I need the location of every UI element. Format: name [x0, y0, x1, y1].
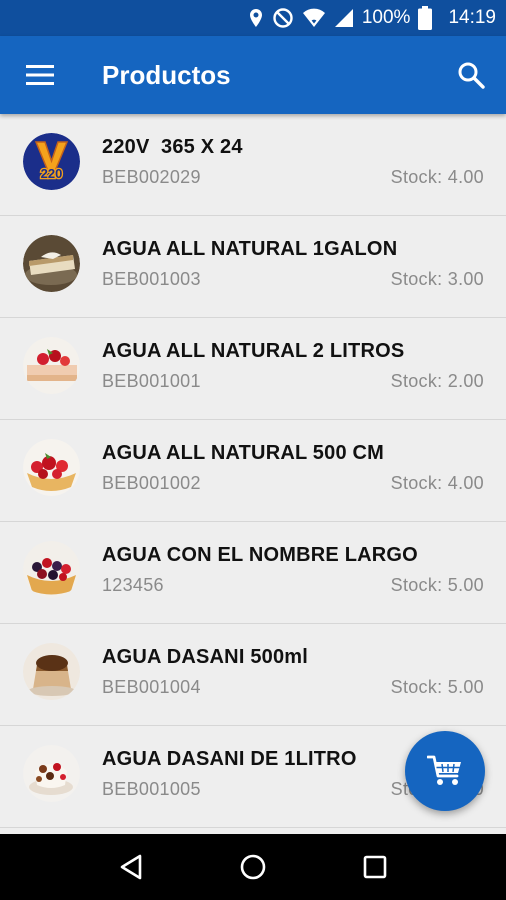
- product-stock: Stock: 4.00: [390, 473, 484, 493]
- product-name: AGUA DASANI 500ml: [102, 646, 309, 668]
- product-stock: Stock: 3.00: [390, 269, 484, 289]
- do-not-disturb-icon: [273, 8, 293, 28]
- product-image: [23, 439, 80, 496]
- product-list[interactable]: 220 220V 365 X 24 BEB002029 Stock: 4.00 …: [0, 114, 506, 834]
- page-title: Productos: [102, 59, 231, 90]
- search-button[interactable]: [436, 36, 506, 114]
- status-bar: 100% 14:19: [0, 0, 506, 36]
- list-item[interactable]: 220 220V 365 X 24 BEB002029 Stock: 4.00: [0, 114, 506, 216]
- clock: 14:19: [448, 7, 496, 28]
- search-icon: [458, 62, 485, 89]
- list-item[interactable]: AGUA DASANI 500ml BEB001004 Stock: 5.00: [0, 624, 506, 726]
- list-item[interactable]: AGUA CON EL NOMBRE LARGO 123456 Stock: 5…: [0, 522, 506, 624]
- product-name: AGUA ALL NATURAL 2 LITROS: [102, 340, 405, 362]
- list-item[interactable]: AGUA ALL NATURAL 1GALON BEB001003 Stock:…: [0, 216, 506, 318]
- wifi-icon: [302, 8, 325, 27]
- navigation-bar: [0, 834, 506, 900]
- menu-icon: [26, 65, 54, 85]
- cart-button[interactable]: [405, 731, 485, 811]
- home-button[interactable]: [223, 837, 283, 897]
- product-stock: Stock: 5.00: [390, 677, 484, 697]
- menu-button[interactable]: [0, 36, 80, 114]
- product-code: BEB002029: [102, 167, 201, 187]
- product-name: 220V 365 X 24: [102, 136, 243, 158]
- product-code: BEB001005: [102, 779, 201, 799]
- location-icon: [249, 9, 262, 27]
- product-name: AGUA ALL NATURAL 1GALON: [102, 238, 398, 260]
- product-code: 123456: [102, 575, 164, 595]
- product-code: BEB001001: [102, 371, 201, 391]
- battery-percent: 100%: [361, 7, 411, 28]
- product-code: BEB001003: [102, 269, 201, 289]
- battery-icon: [418, 6, 433, 30]
- back-button[interactable]: [101, 837, 161, 897]
- back-icon: [120, 854, 142, 880]
- product-stock: Stock: 2.00: [390, 371, 484, 391]
- product-stock: Stock: 4.00: [390, 167, 484, 187]
- product-image: [23, 235, 80, 292]
- signal-icon: [334, 9, 353, 27]
- product-image: [23, 337, 80, 394]
- home-icon: [240, 854, 266, 880]
- product-name: AGUA ALL NATURAL 500 CM: [102, 442, 385, 464]
- product-name: AGUA CON EL NOMBRE LARGO: [102, 544, 418, 566]
- product-name: AGUA DASANI DE 1LITRO: [102, 748, 357, 770]
- product-code: BEB001002: [102, 473, 201, 493]
- svg-text:220: 220: [41, 166, 63, 181]
- product-logo-image: 220: [23, 133, 80, 190]
- product-image: [23, 745, 80, 802]
- product-stock: Stock: 5.00: [390, 575, 484, 595]
- recents-icon: [363, 855, 387, 879]
- product-code: BEB001004: [102, 677, 201, 697]
- list-item[interactable]: AGUA ALL NATURAL 500 CM BEB001002 Stock:…: [0, 420, 506, 522]
- cart-icon: [427, 755, 461, 785]
- product-image: [23, 643, 80, 700]
- recents-button[interactable]: [345, 837, 405, 897]
- list-item[interactable]: AGUA ALL NATURAL 2 LITROS BEB001001 Stoc…: [0, 318, 506, 420]
- product-image: [23, 541, 80, 598]
- app-bar: Productos: [0, 36, 506, 114]
